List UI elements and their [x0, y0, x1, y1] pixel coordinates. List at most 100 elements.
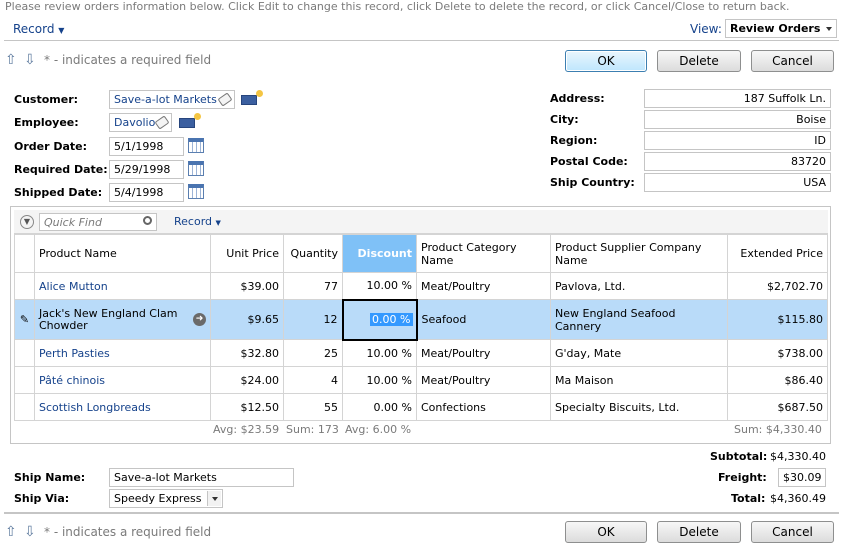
table-row[interactable]: Alice Mutton $39.00 77 10.00 % Meat/Poul… [14, 272, 828, 300]
order-date-label: Order Date: [14, 140, 88, 153]
cancel-button[interactable]: Cancel [751, 50, 834, 72]
instruction-text: Please review orders information below. … [5, 0, 790, 13]
row-indicator [14, 272, 35, 300]
employee-label: Employee: [14, 116, 79, 129]
shipped-date-input[interactable]: 5/4/1998 [109, 183, 184, 202]
ship-via-select[interactable]: Speedy Express [109, 489, 223, 508]
lookup-icon[interactable] [241, 90, 263, 105]
collapse-icon[interactable]: ▼ [20, 215, 34, 229]
cancel-button[interactable]: Cancel [751, 521, 834, 543]
customer-field[interactable]: Save-a-lot Markets [109, 90, 235, 109]
chevron-down-icon [212, 497, 218, 501]
quantity-cell: 12 [283, 299, 343, 340]
required-note: * - indicates a required field [44, 53, 212, 67]
ship-country-field[interactable]: USA [644, 173, 831, 192]
grid-toolbar: ▼ Quick Find Record ▼ [14, 210, 828, 234]
unit-price-cell: $24.00 [210, 366, 284, 394]
quick-find-input[interactable]: Quick Find [39, 213, 157, 231]
extended-price-cell: $86.40 [727, 366, 828, 394]
record-menu[interactable]: Record ▼ [13, 22, 64, 36]
extended-price-cell: $2,702.70 [727, 272, 828, 300]
column-header-discount[interactable]: Discount [342, 234, 417, 273]
postal-code-label: Postal Code: [550, 155, 628, 168]
extended-price-cell: $687.50 [727, 393, 828, 421]
table-row-selected[interactable]: ✎ Jack's New England Clam Chowder ➜ $9.6… [14, 298, 828, 341]
category-cell: Meat/Poultry [416, 366, 551, 394]
avg-discount-aggregate: Avg: 6.00 % [345, 423, 412, 436]
lookup-icon[interactable] [179, 113, 201, 128]
calendar-icon[interactable] [188, 161, 204, 176]
product-cell[interactable]: Perth Pasties [34, 339, 211, 367]
quick-find-placeholder: Quick Find [44, 216, 102, 229]
ok-button[interactable]: OK [565, 521, 647, 543]
row-action-icon[interactable]: ➜ [193, 313, 206, 326]
view-select[interactable]: Review Orders [725, 19, 837, 38]
search-icon[interactable] [143, 216, 152, 225]
shipped-date-value: 5/4/1998 [114, 186, 164, 199]
extended-price-cell: $738.00 [727, 339, 828, 367]
column-header-product[interactable]: Product Name [34, 234, 211, 273]
region-field[interactable]: ID [644, 131, 831, 150]
quantity-cell: 55 [283, 393, 343, 421]
employee-value: Davolio [114, 116, 156, 129]
required-date-input[interactable]: 5/29/1998 [109, 160, 184, 179]
freight-label: Freight: [718, 471, 767, 484]
discount-editor[interactable]: 0.00 % [341, 298, 418, 341]
table-row[interactable]: Perth Pasties $32.80 25 10.00 % Meat/Pou… [14, 339, 828, 367]
product-cell[interactable]: Alice Mutton [34, 272, 211, 300]
required-date-label: Required Date: [14, 163, 108, 176]
customer-label: Customer: [14, 93, 79, 106]
product-cell[interactable]: Scottish Longbreads [34, 393, 211, 421]
category-cell: Meat/Poultry [416, 339, 551, 367]
unit-price-cell: $32.80 [210, 339, 284, 367]
supplier-cell: Specialty Biscuits, Ltd. [550, 393, 728, 421]
discount-cell: 10.00 % [342, 272, 417, 300]
calendar-icon[interactable] [188, 184, 204, 199]
table-row[interactable]: Scottish Longbreads $12.50 55 0.00 % Con… [14, 393, 828, 421]
product-cell[interactable]: Pâté chinois [34, 366, 211, 394]
row-indicator [14, 393, 35, 421]
freight-field[interactable]: $30.09 [778, 468, 826, 487]
grid-record-menu[interactable]: Record ▼ [174, 215, 221, 228]
discount-cell: 0.00 % [342, 393, 417, 421]
city-field[interactable]: Boise [644, 110, 831, 129]
postal-code-field[interactable]: 83720 [644, 152, 831, 171]
product-cell[interactable]: Jack's New England Clam Chowder ➜ [34, 299, 211, 340]
customer-value: Save-a-lot Markets [114, 93, 217, 106]
required-note: * - indicates a required field [44, 525, 212, 539]
ship-country-label: Ship Country: [550, 176, 635, 189]
calendar-icon[interactable] [188, 138, 204, 153]
chevron-down-icon [826, 27, 832, 31]
order-date-value: 5/1/1998 [114, 140, 164, 153]
ok-button[interactable]: OK [565, 50, 647, 72]
city-label: City: [550, 113, 579, 126]
column-header-category[interactable]: Product Category Name [416, 234, 551, 273]
shipped-date-label: Shipped Date: [14, 186, 103, 199]
extended-price-cell: $115.80 [727, 299, 828, 340]
ship-via-label: Ship Via: [14, 492, 70, 505]
ship-name-field[interactable]: Save-a-lot Markets [109, 468, 294, 487]
subtotal-label: Subtotal: [710, 450, 768, 463]
unit-price-cell: $9.65 [210, 299, 284, 340]
discount-cell: 10.00 % [342, 366, 417, 394]
category-cell: Meat/Poultry [416, 272, 551, 300]
move-up-icon[interactable]: ⇧ [5, 53, 18, 67]
column-header-quantity[interactable]: Quantity [283, 234, 343, 273]
column-header-extended-price[interactable]: Extended Price [727, 234, 828, 273]
column-header-supplier[interactable]: Product Supplier Company Name [550, 234, 728, 273]
unit-price-cell: $12.50 [210, 393, 284, 421]
delete-button[interactable]: Delete [657, 50, 741, 72]
move-up-icon[interactable]: ⇧ [5, 525, 18, 539]
delete-button[interactable]: Delete [657, 521, 741, 543]
total-value: $4,360.49 [770, 492, 826, 505]
move-down-icon[interactable]: ⇩ [24, 53, 37, 67]
avg-price-aggregate: Avg: $23.59 [213, 423, 280, 436]
dropdown-button[interactable] [207, 491, 221, 506]
region-label: Region: [550, 134, 598, 147]
table-row[interactable]: Pâté chinois $24.00 4 10.00 % Meat/Poult… [14, 366, 828, 394]
column-header-unit-price[interactable]: Unit Price [210, 234, 284, 273]
address-field[interactable]: 187 Suffolk Ln. [644, 89, 831, 108]
move-down-icon[interactable]: ⇩ [24, 525, 37, 539]
order-date-input[interactable]: 5/1/1998 [109, 137, 184, 156]
divider [4, 512, 839, 514]
